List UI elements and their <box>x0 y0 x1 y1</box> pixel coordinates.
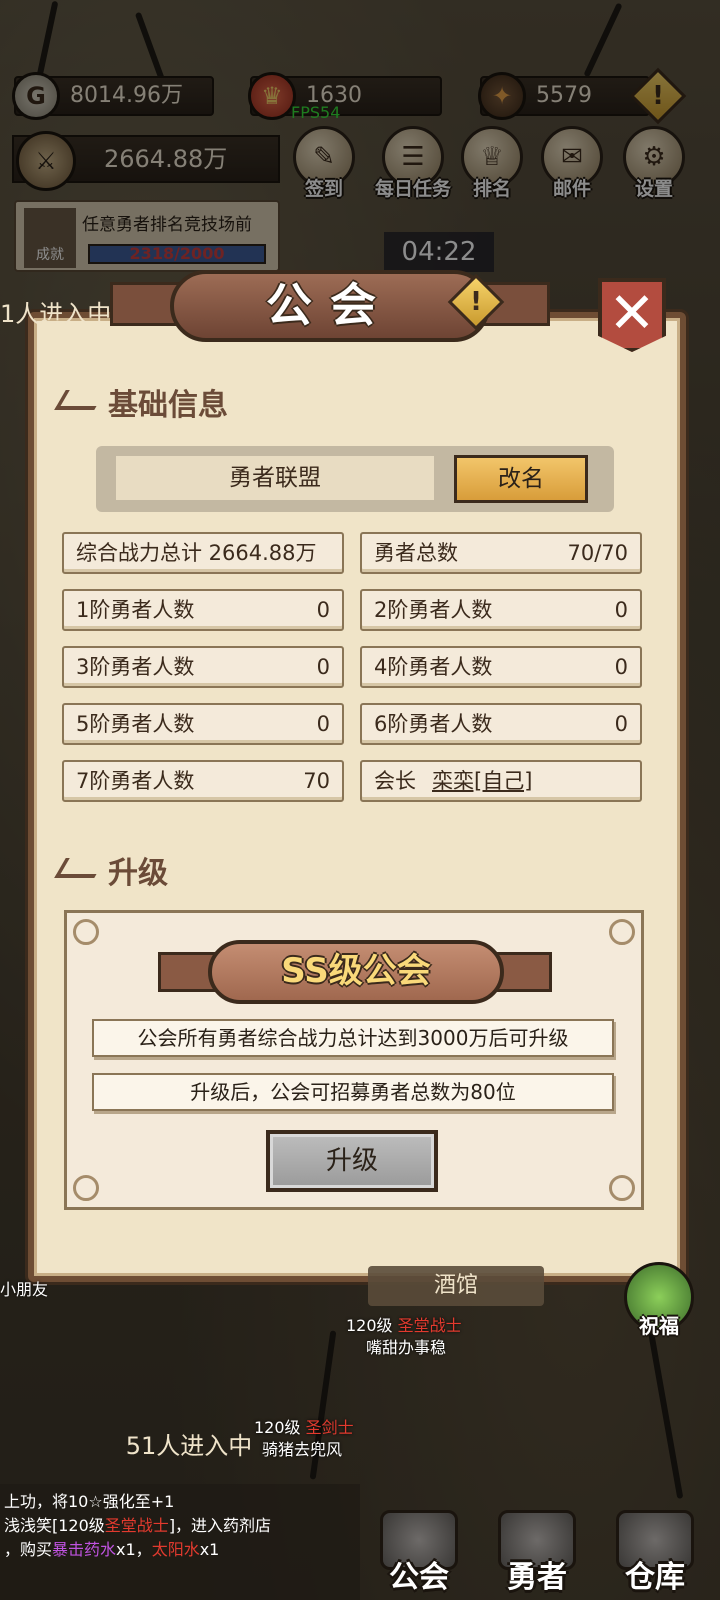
stat-tier2: 2阶勇者人数 0 <box>360 589 642 631</box>
upgrade-requirement: 公会所有勇者综合战力总计达到3000万后可升级 <box>92 1019 614 1057</box>
panel-title: 公会 <box>170 270 490 342</box>
stat-total-power: 综合战力总计 2664.88万 <box>62 532 344 574</box>
ornament-decoration <box>73 1175 99 1201</box>
edge-queue-text: 1人进入中 <box>0 300 112 328</box>
rename-button[interactable]: 改名 <box>454 455 588 503</box>
upgrade-button[interactable]: 升级 <box>266 1130 438 1192</box>
chat-line: ，购买暴击药水x1，太阳水x1 <box>4 1540 220 1559</box>
npc-name: 嘴甜办事稳 <box>366 1338 447 1357</box>
leader-name-link[interactable]: 栾栾[自己] <box>432 762 532 800</box>
nav-guild-button[interactable]: 公会 <box>360 1510 478 1600</box>
upgrade-benefit: 升级后，公会可招募勇者总数为80位 <box>92 1073 614 1111</box>
queue-status: 51人进入中 <box>125 1432 253 1460</box>
blessing-button[interactable]: 祝福 <box>616 1262 702 1348</box>
tavern-sign[interactable]: 酒馆 <box>368 1266 544 1306</box>
chat-line: 上功，将10☆强化至+1 <box>4 1492 175 1511</box>
ornament-decoration <box>609 1175 635 1201</box>
npc-label[interactable]: 120级 圣堂战士 <box>346 1312 462 1336</box>
stat-tier3: 3阶勇者人数 0 <box>62 646 344 688</box>
nav-storage-button[interactable]: 仓库 <box>596 1510 714 1600</box>
stat-tier1: 1阶勇者人数 0 <box>62 589 344 631</box>
upgrade-heading: 升级 <box>54 848 168 892</box>
stat-tier7: 7阶勇者人数 70 <box>62 760 344 802</box>
guild-name-row: 勇者联盟 改名 <box>96 446 614 512</box>
chat-log[interactable]: 上功，将10☆强化至+1 浅浅笑[120级圣堂战士]，进入药剂店 ，购买暴击药水… <box>0 1484 360 1600</box>
quill-icon <box>54 390 106 410</box>
edge-npc-name: 小朋友 <box>0 1280 49 1299</box>
ornament-decoration <box>609 919 635 945</box>
npc-name: 骑猪去兜风 <box>262 1440 343 1459</box>
guild-name: 勇者联盟 <box>116 456 434 500</box>
chat-line: 浅浅笑[120级圣堂战士]，进入药剂店 <box>4 1516 272 1535</box>
stat-tier5: 5阶勇者人数 0 <box>62 703 344 745</box>
stat-hero-count: 勇者总数 70/70 <box>360 532 642 574</box>
stat-tier6: 6阶勇者人数 0 <box>360 703 642 745</box>
stat-leader: 会长 栾栾[自己] <box>360 760 642 802</box>
stat-tier4: 4阶勇者人数 0 <box>360 646 642 688</box>
basic-info-heading: 基础信息 <box>54 380 228 424</box>
ornament-decoration <box>73 919 99 945</box>
guild-tier-title: SS级公会 <box>208 940 504 1004</box>
quill-icon <box>54 858 106 878</box>
nav-heroes-button[interactable]: 勇者 <box>478 1510 596 1600</box>
